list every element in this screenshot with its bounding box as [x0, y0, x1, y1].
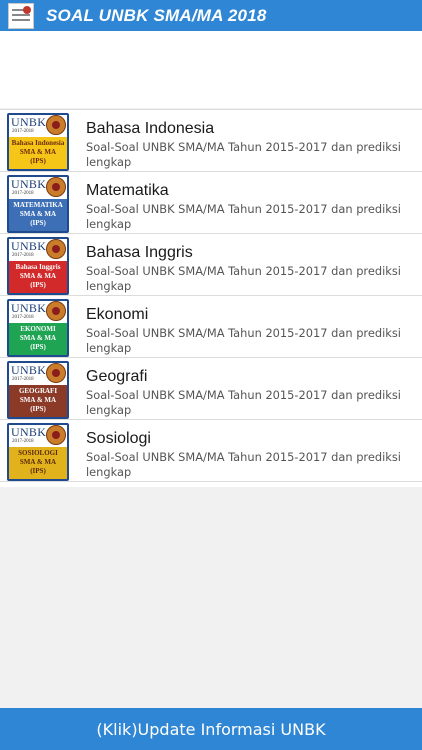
update-info-label: (Klik)Update Informasi UNBK: [96, 719, 326, 739]
school-crest-icon: [46, 363, 66, 383]
subject-title: Sosiologi: [86, 430, 151, 447]
subject-cover-image: UNBK 2017-2018 EKONOMI SMA & MA (IPS): [7, 299, 69, 357]
app-bar: SOAL UNBK SMA/MA 2018: [0, 0, 422, 31]
ad-banner-area: [0, 31, 422, 108]
school-crest-icon: [46, 425, 66, 445]
subject-description: Soal-Soal UNBK SMA/MA Tahun 2015-2017 da…: [86, 388, 401, 417]
subject-cover-image: UNBK 2017-2018 GEOGRAFI SMA & MA (IPS): [7, 361, 69, 419]
school-crest-icon: [46, 239, 66, 259]
school-crest-icon: [46, 115, 66, 135]
subject-cover-image: UNBK 2017-2018 MATEMATIKA SMA & MA (IPS): [7, 175, 69, 233]
subject-cover-image: UNBK 2017-2018 Bahasa Indonesia SMA & MA…: [7, 113, 69, 171]
subject-cover-image: UNBK 2017-2018 SOSIOLOGI SMA & MA (IPS): [7, 423, 69, 481]
subject-description: Soal-Soal UNBK SMA/MA Tahun 2015-2017 da…: [86, 450, 401, 479]
app-book-icon: [8, 2, 34, 29]
subject-item-matematika[interactable]: UNBK 2017-2018 MATEMATIKA SMA & MA (IPS)…: [0, 172, 422, 234]
subject-title: Geografi: [86, 368, 148, 385]
subject-description: Soal-Soal UNBK SMA/MA Tahun 2015-2017 da…: [86, 326, 401, 355]
subject-title: Bahasa Indonesia: [86, 120, 215, 137]
subject-cover-image: UNBK 2017-2018 Bahasa Inggris SMA & MA (…: [7, 237, 69, 295]
subject-item-sosiologi[interactable]: UNBK 2017-2018 SOSIOLOGI SMA & MA (IPS) …: [0, 420, 422, 482]
subject-item-geografi[interactable]: UNBK 2017-2018 GEOGRAFI SMA & MA (IPS) G…: [0, 358, 422, 420]
subject-description: Soal-Soal UNBK SMA/MA Tahun 2015-2017 da…: [86, 140, 401, 169]
subject-title: Matematika: [86, 182, 169, 199]
subject-item-bahasa-indonesia[interactable]: UNBK 2017-2018 Bahasa Indonesia SMA & MA…: [0, 110, 422, 172]
subject-item-bahasa-inggris[interactable]: UNBK 2017-2018 Bahasa Inggris SMA & MA (…: [0, 234, 422, 296]
subject-title: Bahasa Inggris: [86, 244, 193, 261]
update-info-button[interactable]: (Klik)Update Informasi UNBK: [0, 708, 422, 750]
subject-item-ekonomi[interactable]: UNBK 2017-2018 EKONOMI SMA & MA (IPS) Ek…: [0, 296, 422, 358]
subject-title: Ekonomi: [86, 306, 149, 323]
subject-description: Soal-Soal UNBK SMA/MA Tahun 2015-2017 da…: [86, 264, 401, 293]
school-crest-icon: [46, 177, 66, 197]
subject-description: Soal-Soal UNBK SMA/MA Tahun 2015-2017 da…: [86, 202, 401, 231]
app-title: SOAL UNBK SMA/MA 2018: [46, 5, 267, 25]
school-crest-icon: [46, 301, 66, 321]
subject-list: UNBK 2017-2018 Bahasa Indonesia SMA & MA…: [0, 109, 422, 487]
